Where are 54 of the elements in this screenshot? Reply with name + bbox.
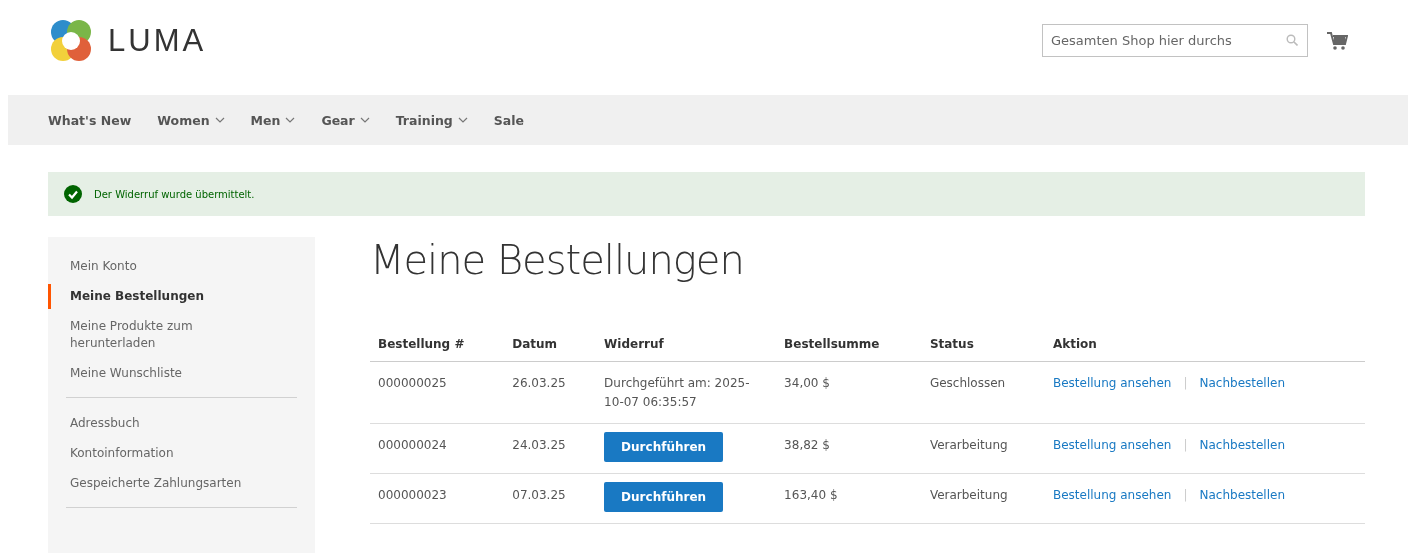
table-cell: 000000024	[370, 423, 505, 474]
action-link[interactable]: Bestellung ansehen	[1053, 376, 1172, 390]
chevron-down-icon	[214, 117, 225, 123]
action-link[interactable]: Bestellung ansehen	[1053, 488, 1172, 502]
column-header: Status	[921, 329, 1045, 362]
table-cell: 07.03.25	[504, 473, 597, 524]
nav-link[interactable]: Women	[157, 112, 225, 128]
column-header: Aktion	[1045, 329, 1365, 362]
column-header: Widerruf	[596, 329, 777, 362]
execute-button[interactable]: Durchführen	[604, 482, 724, 512]
chevron-down-icon	[457, 117, 468, 123]
nav-link[interactable]: Sale	[493, 112, 524, 128]
table-cell: 26.03.25	[504, 361, 597, 424]
table-cell: 38,82 $	[776, 423, 922, 474]
page-title: Meine Bestellungen	[370, 237, 745, 283]
logo-icon	[48, 18, 94, 64]
separator: |	[1183, 488, 1188, 502]
action-link[interactable]: Nachbestellen	[1199, 376, 1286, 390]
sidebar-item[interactable]: Meine Wunschliste	[48, 361, 315, 386]
withdrawal-text: Durchgeführt am: 2025-10-07 06:35:57	[604, 375, 751, 411]
column-header: Bestellung #	[370, 329, 505, 362]
sidebar-item[interactable]: Meine Bestellungen	[48, 284, 315, 309]
message-text: Der Widerruf wurde übermittelt.	[94, 188, 255, 200]
nav-link[interactable]: Gear	[321, 112, 370, 128]
sidebar-item[interactable]: Kontoinformation	[48, 441, 315, 466]
action-link[interactable]: Nachbestellen	[1199, 438, 1286, 452]
nav-link[interactable]: What's New	[48, 112, 132, 128]
execute-button[interactable]: Durchführen	[604, 432, 724, 462]
sidebar-item[interactable]: Adressbuch	[48, 411, 315, 436]
check-icon	[64, 185, 82, 203]
action-link[interactable]: Nachbestellen	[1199, 488, 1286, 502]
column-header: Datum	[504, 329, 597, 362]
separator: |	[1183, 376, 1188, 390]
nav-link[interactable]: Men	[250, 112, 296, 128]
sidebar-item[interactable]: Mein Konto	[48, 254, 315, 279]
chevron-down-icon	[285, 117, 296, 123]
sidebar-item[interactable]: Meine Produkte zum herunterladen	[48, 314, 315, 356]
logo-text: LUMA	[108, 23, 207, 59]
table-cell: Geschlossen	[921, 361, 1045, 424]
table-cell: 000000025	[370, 361, 505, 424]
table-cell: 163,40 $	[776, 473, 922, 524]
chevron-down-icon	[359, 117, 370, 123]
table-cell: 24.03.25	[504, 423, 597, 474]
table-cell: 34,00 $	[776, 361, 922, 424]
sidebar-item[interactable]: Gespeicherte Zahlungsarten	[48, 471, 315, 496]
separator: |	[1183, 438, 1188, 452]
search-field[interactable]: Gesamten Shop hier durchs	[1042, 24, 1308, 57]
column-header: Bestellsumme	[776, 329, 922, 362]
nav-link[interactable]: Training	[395, 112, 468, 128]
table-cell: 000000023	[370, 473, 505, 524]
table-cell: Verarbeitung	[921, 423, 1045, 474]
table-cell: Verarbeitung	[921, 473, 1045, 524]
cart-icon[interactable]	[1326, 30, 1348, 51]
action-link[interactable]: Bestellung ansehen	[1053, 438, 1172, 452]
